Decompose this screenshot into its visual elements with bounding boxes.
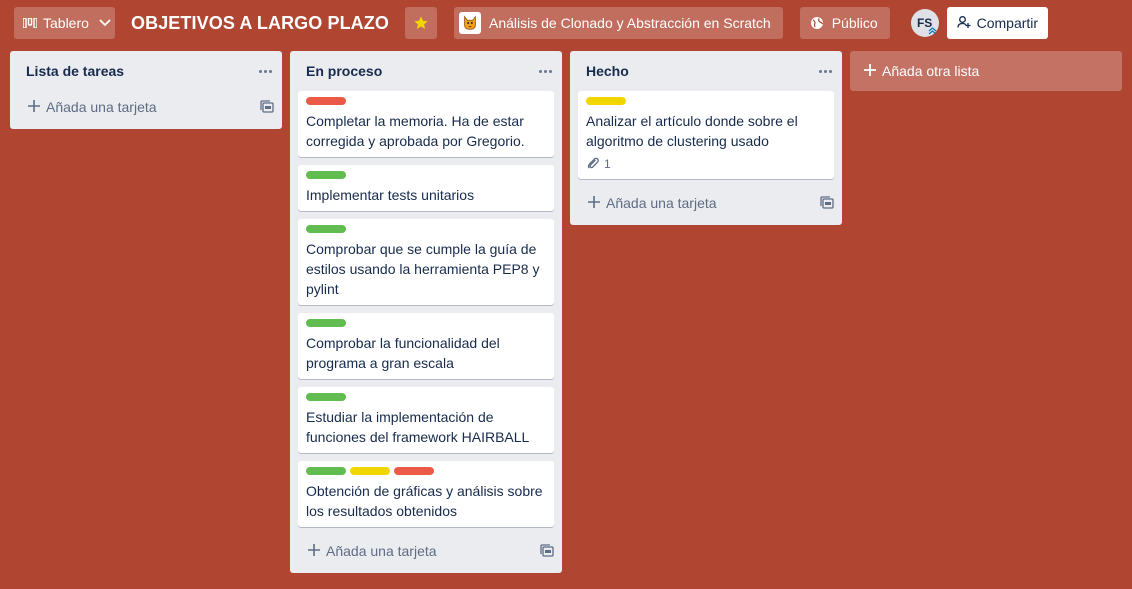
- list-en-proceso: En proceso Completar la memoria. Ha de e…: [290, 51, 562, 573]
- card-badges: 1: [586, 155, 826, 173]
- label-green[interactable]: [306, 225, 346, 233]
- card-labels: [306, 97, 546, 105]
- list-hecho: Hecho Analizar el artículo donde sobre e…: [570, 51, 842, 225]
- list-menu-icon[interactable]: [253, 64, 272, 79]
- list-header: Lista de tareas: [10, 51, 282, 91]
- plus-icon: [588, 195, 600, 211]
- label-red[interactable]: [394, 467, 434, 475]
- card[interactable]: Implementar tests unitarios: [298, 165, 554, 211]
- card-container: Completar la memoria. Ha de estar correg…: [290, 91, 562, 527]
- team-label: Análisis de Clonado y Abstracción en Scr…: [488, 15, 771, 31]
- list-menu-icon[interactable]: [813, 64, 832, 79]
- plus-icon: [28, 99, 40, 115]
- label-green[interactable]: [306, 171, 346, 179]
- card-title: Estudiar la implementación de funciones …: [306, 409, 530, 445]
- card-title: Implementar tests unitarios: [306, 187, 475, 203]
- view-switcher-button[interactable]: Tablero: [14, 7, 115, 39]
- plus-icon: [864, 63, 876, 79]
- card[interactable]: Analizar el artículo donde sobre el algo…: [578, 91, 834, 179]
- card-labels: [586, 97, 826, 105]
- card-labels: [306, 319, 546, 327]
- add-list-button[interactable]: Añada otra lista: [850, 51, 1122, 91]
- card[interactable]: Obtención de gráficas y análisis sobre l…: [298, 461, 554, 527]
- card-labels: [306, 467, 546, 475]
- attachment-icon: [586, 156, 600, 173]
- scratch-cat-icon: [458, 12, 481, 34]
- add-card-button[interactable]: Añada una tarjeta: [28, 99, 157, 115]
- add-card-button[interactable]: Añada una tarjeta: [308, 543, 437, 559]
- list-title[interactable]: Lista de tareas: [26, 63, 124, 79]
- star-board-button[interactable]: [404, 7, 437, 39]
- card-title: Analizar el artículo donde sobre el algo…: [586, 113, 798, 149]
- card-title: Completar la memoria. Ha de estar correg…: [306, 113, 525, 149]
- add-card-label: Añada una tarjeta: [326, 543, 437, 559]
- chevron-down-icon: [99, 19, 111, 27]
- view-switcher-label: Tablero: [43, 15, 89, 31]
- label-green[interactable]: [306, 319, 346, 327]
- add-member-icon: [956, 15, 971, 32]
- share-label: Compartir: [976, 15, 1039, 31]
- board-view-icon: [23, 18, 37, 28]
- visibility-label: Público: [831, 15, 878, 31]
- member-avatar[interactable]: FS: [910, 9, 939, 38]
- add-list-label: Añada otra lista: [882, 63, 980, 79]
- team-button[interactable]: Análisis de Clonado y Abstracción en Scr…: [453, 7, 783, 39]
- star-icon: [413, 15, 429, 31]
- card-title: Comprobar que se cumple la guía de estil…: [306, 241, 540, 297]
- card-container: Analizar el artículo donde sobre el algo…: [570, 91, 842, 179]
- add-card-row: Añada una tarjeta: [290, 535, 562, 567]
- label-yellow[interactable]: [586, 97, 626, 105]
- card-title: Obtención de gráficas y análisis sobre l…: [306, 483, 543, 519]
- plus-icon: [308, 543, 320, 559]
- add-card-button[interactable]: Añada una tarjeta: [588, 195, 717, 211]
- card-labels: [306, 225, 546, 233]
- list-header: En proceso: [290, 51, 562, 91]
- admin-chevron-icon: [928, 24, 937, 38]
- visibility-button[interactable]: Público: [799, 7, 890, 39]
- share-button[interactable]: Compartir: [946, 7, 1049, 39]
- card[interactable]: Completar la memoria. Ha de estar correg…: [298, 91, 554, 157]
- list-header: Hecho: [570, 51, 842, 91]
- board-header: Tablero OBJETIVOS A LARGO PLAZO Análisis…: [0, 0, 1132, 46]
- attachment-count: 1: [604, 157, 611, 171]
- label-green[interactable]: [306, 393, 346, 401]
- list-lista-de-tareas: Lista de tareas Añada una tarjeta: [10, 51, 282, 129]
- list-title[interactable]: En proceso: [306, 63, 382, 79]
- card-labels: [306, 393, 546, 401]
- card[interactable]: Estudiar la implementación de funciones …: [298, 387, 554, 453]
- board-title[interactable]: OBJETIVOS A LARGO PLAZO: [131, 13, 389, 34]
- label-green[interactable]: [306, 467, 346, 475]
- add-card-label: Añada una tarjeta: [46, 99, 157, 115]
- list-menu-icon[interactable]: [533, 64, 552, 79]
- add-card-row: Añada una tarjeta: [570, 187, 842, 219]
- card-template-icon[interactable]: [260, 100, 274, 114]
- label-yellow[interactable]: [350, 467, 390, 475]
- card-template-icon[interactable]: [820, 196, 834, 210]
- add-card-label: Añada una tarjeta: [606, 195, 717, 211]
- card-labels: [306, 171, 546, 179]
- card-template-icon[interactable]: [540, 544, 554, 558]
- card-title: Comprobar la funcionalidad del programa …: [306, 335, 500, 371]
- label-red[interactable]: [306, 97, 346, 105]
- list-title[interactable]: Hecho: [586, 63, 629, 79]
- add-card-row: Añada una tarjeta: [10, 91, 282, 123]
- card[interactable]: Comprobar la funcionalidad del programa …: [298, 313, 554, 379]
- globe-icon: [810, 16, 824, 30]
- card[interactable]: Comprobar que se cumple la guía de estil…: [298, 219, 554, 305]
